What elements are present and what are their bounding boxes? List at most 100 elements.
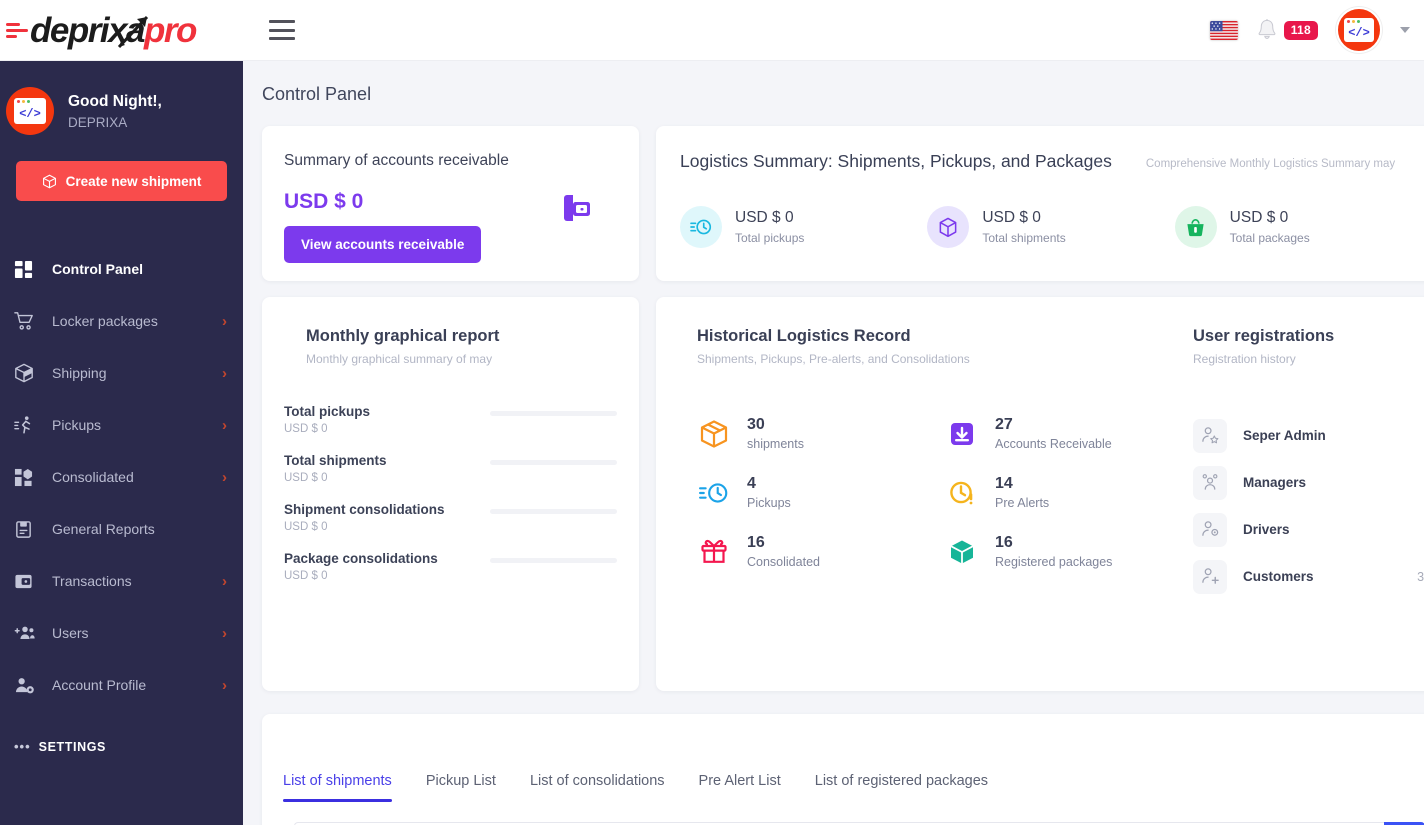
inbox-down-icon	[945, 417, 979, 451]
tab-pickup-list[interactable]: Pickup List	[409, 773, 513, 802]
stat-total-shipments: USD $ 0 Total shipments	[927, 206, 1174, 248]
hamburger-menu-icon[interactable]	[269, 20, 295, 40]
sidebar-item-account-profile[interactable]: Account Profile ›	[0, 659, 243, 711]
sidebar-item-settings[interactable]: ••• SETTINGS	[0, 711, 243, 754]
user-role-name: Seper Admin	[1243, 428, 1326, 443]
user-registrations-subtitle: Registration history	[1193, 352, 1296, 366]
create-new-shipment-label: Create new shipment	[65, 173, 202, 189]
view-accounts-receivable-button[interactable]: View accounts receivable	[284, 226, 482, 263]
wallet-card-icon	[14, 570, 40, 592]
package-basket-icon	[1174, 206, 1217, 248]
tab-list-of-consolidations[interactable]: List of consolidations	[513, 773, 682, 802]
shopping-cart-icon	[14, 310, 40, 332]
stat-label: Total shipments	[982, 231, 1066, 245]
box-icon	[42, 174, 56, 188]
stat-total-packages: USD $ 0 Total packages	[1174, 206, 1422, 248]
wallet-icon	[564, 195, 590, 221]
historical-item-pre-alerts: 14 Pre Alerts	[945, 469, 1193, 516]
row-amount: USD $ 0	[284, 570, 328, 582]
user-registration-row-managers[interactable]: Managers 1	[1193, 459, 1424, 506]
clipboard-report-icon	[14, 518, 40, 540]
gift-box-icon	[697, 535, 731, 569]
user-role-name: Managers	[1243, 475, 1307, 490]
stat-label: Total packages	[1229, 231, 1310, 245]
user-role-name: Drivers	[1243, 522, 1290, 537]
sidebar-item-shipping[interactable]: Shipping ›	[0, 347, 243, 399]
user-registrations-title: User registrations	[1193, 327, 1335, 345]
sidebar-profile[interactable]: </> Good Night!, DEPRIXA	[0, 61, 243, 157]
stat-total-pickups: USD $ 0 Total pickups	[680, 206, 927, 248]
sidebar-item-label: Transactions	[52, 573, 132, 589]
chevron-right-icon: ›	[222, 468, 227, 486]
avatar[interactable]: </>	[1336, 7, 1382, 53]
blue-clock-icon	[697, 476, 731, 510]
item-number: 27	[995, 416, 1013, 433]
top-navigation-bar: deprixapro 118 </>	[0, 0, 1424, 61]
sidebar-item-label: Pickups	[52, 417, 102, 433]
username-text: DEPRIXA	[68, 114, 128, 130]
sidebar-item-transactions[interactable]: Transactions ›	[0, 555, 243, 607]
row-progress-bar	[490, 411, 617, 416]
speed-lines-icon	[6, 22, 28, 38]
accounts-receivable-title: Summary of accounts receivable	[284, 152, 509, 169]
sidebar-item-users[interactable]: Users ›	[0, 607, 243, 659]
sidebar-item-control-panel[interactable]: Control Panel	[0, 243, 243, 295]
sidebar-item-label: Locker packages	[52, 313, 158, 329]
user-registration-row-seper-admin[interactable]: Seper Admin 2	[1193, 412, 1424, 459]
item-number: 30	[747, 416, 765, 433]
sidebar-item-label: Control Panel	[52, 261, 144, 277]
item-label: Pre Alerts	[995, 496, 1050, 510]
chevron-down-icon[interactable]	[1400, 27, 1410, 33]
tab-list-of-registered-packages[interactable]: List of registered packages	[798, 773, 1005, 802]
tab-pre-alert-list[interactable]: Pre Alert List	[682, 773, 798, 802]
stat-value: USD $ 0	[1229, 209, 1289, 226]
sidebar-item-pickups[interactable]: Pickups ›	[0, 399, 243, 451]
stat-label: Total pickups	[735, 231, 805, 245]
item-label: Registered packages	[995, 555, 1113, 569]
dashboard-app: deprixapro 118 </> </> Good Night!, DEPR…	[0, 0, 1424, 825]
user-registration-row-drivers[interactable]: Drivers 7	[1193, 506, 1424, 553]
lists-tabs: List of shipments Pickup List List of co…	[262, 714, 1424, 802]
item-number: 16	[747, 534, 765, 551]
chevron-right-icon: ›	[222, 676, 227, 694]
sidebar-item-general-reports[interactable]: General Reports	[0, 503, 243, 555]
item-number: 4	[747, 475, 756, 492]
monthly-report-subtitle: Monthly graphical summary of may	[306, 352, 493, 366]
historical-logistics-record-card: Historical Logistics Record Shipments, P…	[656, 297, 1424, 691]
row-amount: USD $ 0	[284, 521, 328, 533]
sidebar-item-locker-packages[interactable]: Locker packages ›	[0, 295, 243, 347]
user-role-name: Customers	[1243, 569, 1314, 584]
user-star-icon	[1193, 418, 1227, 453]
item-label: Accounts Receivable	[995, 437, 1112, 451]
tab-list-of-shipments[interactable]: List of shipments	[283, 773, 409, 802]
historical-item-consolidated: 16 Consolidated	[697, 528, 945, 575]
chevron-right-icon: ›	[222, 312, 227, 330]
logistics-summary-subtitle: Comprehensive Monthly Logistics Summary …	[1145, 158, 1396, 170]
sidebar-item-label: Shipping	[52, 365, 107, 381]
brand-logo[interactable]: deprixapro	[0, 0, 243, 61]
bell-icon[interactable]	[1256, 18, 1278, 42]
historical-item-shipments: 30 shipments	[697, 410, 945, 457]
create-new-shipment-button[interactable]: Create new shipment	[16, 161, 227, 201]
user-registration-row-customers[interactable]: Customers 379	[1193, 553, 1424, 600]
main-content: Control Panel Summary of accounts receiv…	[243, 61, 1424, 825]
sidebar-nav: Control Panel Locker packages › Shipping…	[0, 243, 243, 754]
item-label: Pickups	[747, 496, 791, 510]
running-person-icon	[14, 414, 40, 436]
brand-name-primary: deprixa	[30, 10, 146, 50]
chevron-right-icon: ›	[222, 364, 227, 382]
avatar-code-glyph: </>	[1348, 25, 1370, 40]
sidebar-item-consolidated[interactable]: Consolidated ›	[0, 451, 243, 503]
item-label: shipments	[747, 437, 804, 451]
accounts-receivable-card: Summary of accounts receivable USD $ 0 V…	[262, 126, 639, 281]
avatar-code-glyph: </>	[19, 106, 41, 121]
us-flag-icon[interactable]	[1209, 20, 1238, 40]
stat-value: USD $ 0	[982, 209, 1041, 226]
item-number: 16	[995, 534, 1013, 551]
stat-value: USD $ 0	[735, 209, 794, 226]
notifications[interactable]: 118	[1256, 18, 1318, 42]
logistics-summary-title: Logistics Summary: Shipments, Pickups, a…	[680, 151, 1112, 171]
monthly-report-row: Total pickups USD $ 0	[284, 404, 617, 453]
historical-item-pickups: 4 Pickups	[697, 469, 945, 516]
shipment-box-icon	[927, 206, 970, 248]
